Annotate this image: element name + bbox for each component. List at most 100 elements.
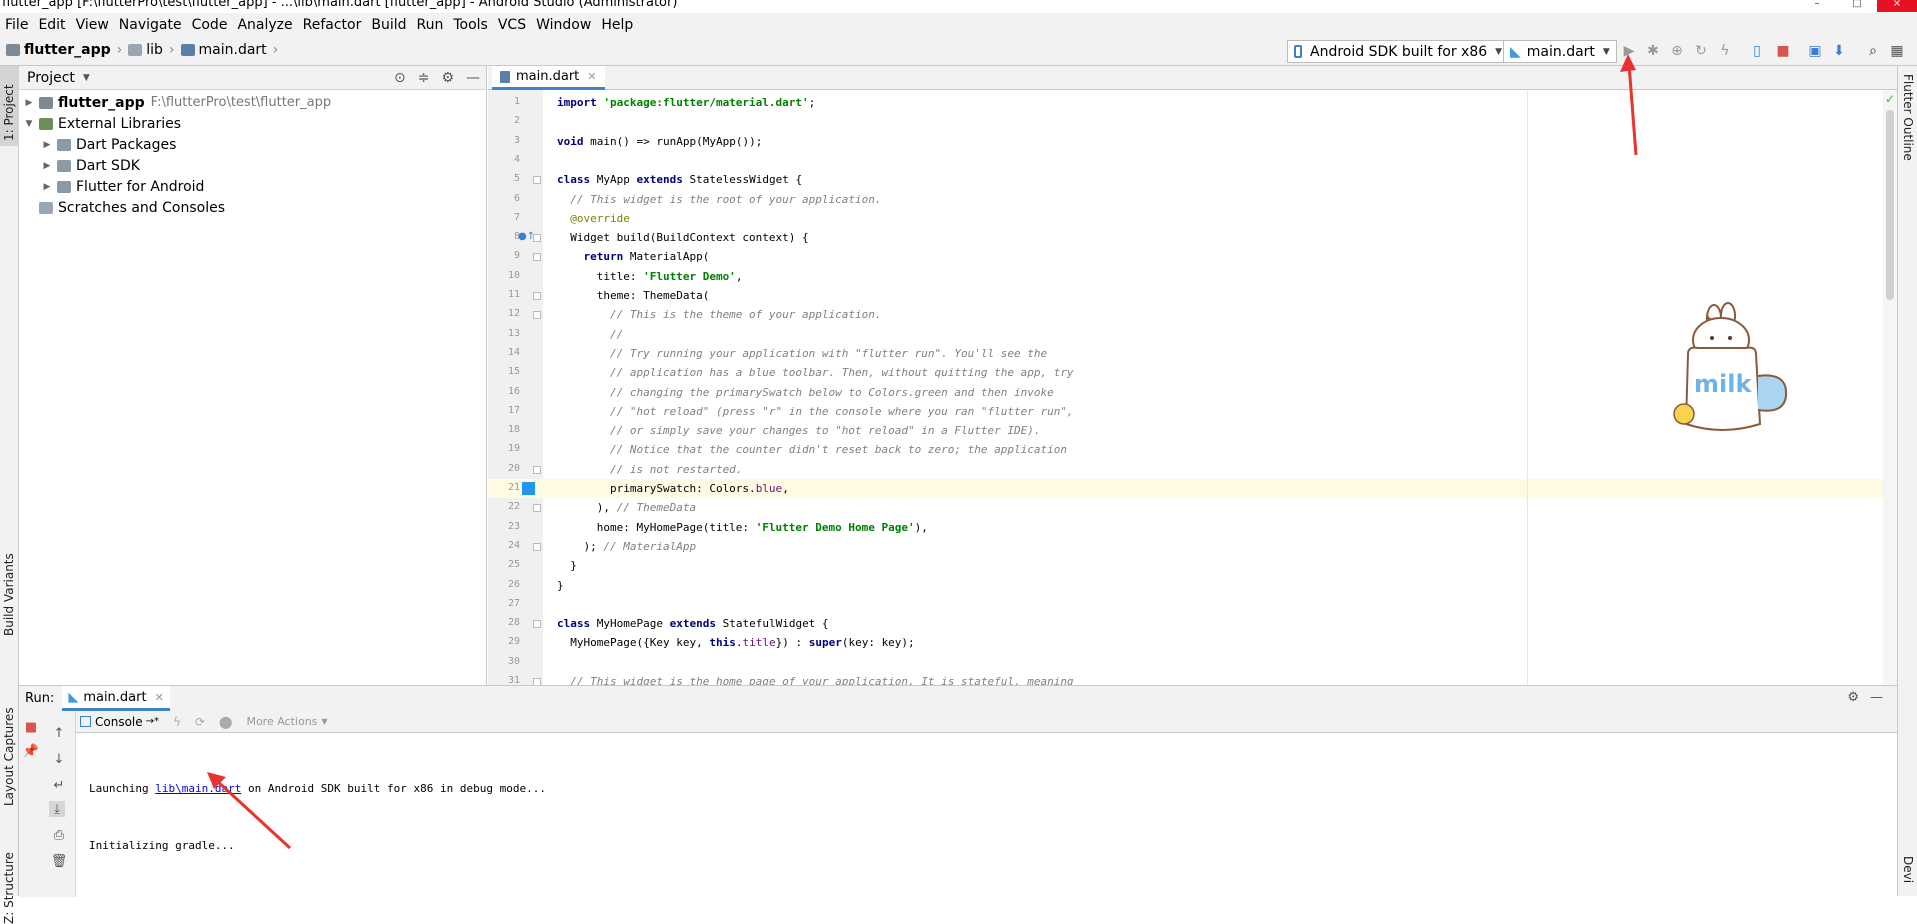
line-number: 30 bbox=[507, 655, 520, 667]
maximize-button[interactable]: □ bbox=[1837, 0, 1877, 12]
override-icon[interactable]: ●↑ bbox=[518, 231, 535, 242]
minimize-button[interactable]: – bbox=[1797, 0, 1837, 12]
locate-icon[interactable]: ⊙ bbox=[394, 70, 406, 86]
menu-file[interactable]: File bbox=[0, 17, 33, 33]
tool-window-layout-captures[interactable]: Layout Captures bbox=[2, 707, 16, 806]
menu-refactor[interactable]: Refactor bbox=[298, 17, 367, 33]
more-actions-button[interactable]: More Actions bbox=[246, 715, 317, 728]
trash-icon[interactable]: 🗑 bbox=[51, 853, 68, 869]
tool-window-project[interactable]: 1: Project bbox=[2, 84, 16, 141]
expand-right-icon[interactable]: ▶ bbox=[41, 182, 53, 192]
scroll-to-end-icon[interactable]: ⤓ bbox=[49, 801, 65, 817]
tree-item[interactable]: ▶ flutter_app F:\flutterPro\test\flutter_a… bbox=[19, 92, 486, 113]
window-controls: – □ × bbox=[1797, 0, 1917, 12]
breadcrumb-file[interactable]: main.dart bbox=[199, 42, 267, 58]
expand-down-icon[interactable]: ▼ bbox=[23, 119, 35, 129]
sdk-manager-icon[interactable]: ⬇ bbox=[1831, 43, 1847, 59]
line-number: 8 bbox=[513, 231, 520, 243]
expand-right-icon[interactable]: ▶ bbox=[23, 98, 35, 108]
device-file-icon[interactable]: ▯ bbox=[1749, 43, 1765, 59]
device-selector[interactable]: Android SDK built for x86 ▼ bbox=[1287, 40, 1510, 63]
hot-restart-icon[interactable]: ↻ bbox=[1693, 43, 1709, 59]
tool-window-structure[interactable]: Z: Structure bbox=[2, 852, 16, 924]
hot-reload-icon[interactable]: ϟ bbox=[173, 715, 181, 729]
navigation-bar: flutter_app › lib › main.dart › Android … bbox=[0, 36, 1917, 66]
color-swatch-icon[interactable] bbox=[522, 482, 535, 495]
line-number: 2 bbox=[513, 115, 520, 127]
run-config-selector[interactable]: ◣ main.dart ▼ bbox=[1503, 40, 1617, 63]
gear-icon[interactable]: ⚙ bbox=[1847, 690, 1859, 705]
fold-marker-icon[interactable] bbox=[533, 311, 541, 320]
run-tab-main-dart[interactable]: ◣ main.dart ✕ bbox=[62, 686, 170, 711]
stop-icon[interactable]: ■ bbox=[23, 719, 39, 735]
pin-icon[interactable]: 📌 bbox=[23, 743, 39, 759]
collapse-all-icon[interactable]: ≑ bbox=[418, 70, 430, 86]
menu-view[interactable]: View bbox=[71, 17, 114, 33]
search-icon[interactable]: ⌕ bbox=[1865, 43, 1881, 59]
tool-window-flutter-outline[interactable]: Flutter Outline bbox=[1901, 74, 1915, 161]
gear-icon[interactable]: ⚙ bbox=[441, 70, 454, 86]
fold-marker-icon[interactable] bbox=[533, 465, 541, 474]
menu-code[interactable]: Code bbox=[187, 17, 233, 33]
menu-window[interactable]: Window bbox=[531, 17, 596, 33]
project-view-selector[interactable]: Project bbox=[27, 70, 75, 86]
folder-icon bbox=[128, 44, 143, 56]
stop-icon[interactable]: ■ bbox=[1775, 43, 1791, 59]
close-tab-icon[interactable]: ✕ bbox=[155, 691, 164, 704]
close-button[interactable]: × bbox=[1877, 0, 1917, 12]
soft-wrap-icon[interactable]: ↵ bbox=[51, 777, 67, 793]
tree-item[interactable]: ▶ Flutter for Android bbox=[19, 176, 486, 197]
breadcrumb-project[interactable]: flutter_app bbox=[24, 42, 111, 58]
tool-window-build-variants[interactable]: Build Variants bbox=[2, 553, 16, 636]
tree-item[interactable]: Scratches and Consoles bbox=[19, 197, 486, 218]
fold-marker-icon[interactable] bbox=[533, 253, 541, 262]
menu-edit[interactable]: Edit bbox=[33, 17, 70, 33]
fold-marker-icon[interactable] bbox=[533, 504, 541, 513]
code-line: theme: ThemeData( bbox=[557, 289, 710, 302]
scroll-up-icon[interactable]: ↑ bbox=[51, 725, 67, 741]
fold-marker-icon[interactable] bbox=[533, 176, 541, 185]
attach-debugger-icon[interactable]: ⊕ bbox=[1669, 43, 1685, 59]
tree-item[interactable]: ▶ Dart Packages bbox=[19, 134, 486, 155]
line-number: 6 bbox=[513, 192, 520, 204]
tree-item[interactable]: ▼ External Libraries bbox=[19, 113, 486, 134]
menu-help[interactable]: Help bbox=[596, 17, 638, 33]
console-tab[interactable]: Console bbox=[95, 715, 143, 729]
menu-build[interactable]: Build bbox=[366, 17, 411, 33]
menu-tools[interactable]: Tools bbox=[448, 17, 493, 33]
stop-app-icon[interactable]: ⬤ bbox=[219, 715, 232, 729]
console-file-link[interactable]: lib\main.dart bbox=[155, 782, 241, 795]
code-line: ); // MaterialApp bbox=[557, 539, 697, 553]
menu-navigate[interactable]: Navigate bbox=[114, 17, 187, 33]
fold-marker-icon[interactable] bbox=[533, 620, 541, 629]
expand-right-icon[interactable]: ▶ bbox=[41, 161, 53, 171]
hot-restart-icon[interactable]: ⟳ bbox=[195, 715, 205, 729]
scrollbar-thumb[interactable] bbox=[1886, 110, 1894, 300]
folder-icon bbox=[39, 201, 53, 214]
fold-marker-icon[interactable] bbox=[533, 542, 541, 551]
tab-main-dart[interactable]: main.dart ✕ bbox=[492, 66, 605, 90]
hot-reload-icon[interactable]: ϟ bbox=[1717, 43, 1733, 59]
console-toolbar: Console →* ϟ ⟳ ⬤ More Actions ▼ bbox=[76, 711, 1897, 733]
tool-window-device-file-explorer[interactable]: Devi bbox=[1901, 856, 1915, 883]
scroll-down-icon[interactable]: ↓ bbox=[51, 751, 67, 767]
menu-run[interactable]: Run bbox=[412, 17, 449, 33]
editor-area: main.dart ✕ 1 2 3 4 5 6 7 8 9 10 11 12 13 14 15 16 17 18 1… bbox=[488, 66, 1897, 688]
hide-icon[interactable]: — bbox=[1870, 690, 1883, 705]
print-icon[interactable]: ⎙ bbox=[51, 827, 67, 843]
tree-item-label: Scratches and Consoles bbox=[58, 199, 225, 216]
chevron-down-icon[interactable]: ▼ bbox=[83, 73, 90, 83]
breadcrumb-folder[interactable]: lib bbox=[146, 42, 163, 58]
debug-icon[interactable]: ✱ bbox=[1645, 43, 1661, 59]
tree-item[interactable]: ▶ Dart SDK bbox=[19, 155, 486, 176]
menu-analyze[interactable]: Analyze bbox=[232, 17, 297, 33]
menu-vcs[interactable]: VCS bbox=[493, 17, 531, 33]
close-tab-icon[interactable]: ✕ bbox=[587, 70, 596, 83]
expand-right-icon[interactable]: ▶ bbox=[41, 140, 53, 150]
run-icon[interactable]: ▶ bbox=[1621, 43, 1637, 59]
avd-manager-icon[interactable]: ▣ bbox=[1807, 43, 1823, 59]
hide-icon[interactable]: — bbox=[466, 70, 480, 86]
fold-marker-icon[interactable] bbox=[533, 292, 541, 300]
editor-scrollbar[interactable]: ✓ bbox=[1883, 90, 1897, 685]
layout-icon[interactable]: ▦ bbox=[1889, 43, 1905, 59]
